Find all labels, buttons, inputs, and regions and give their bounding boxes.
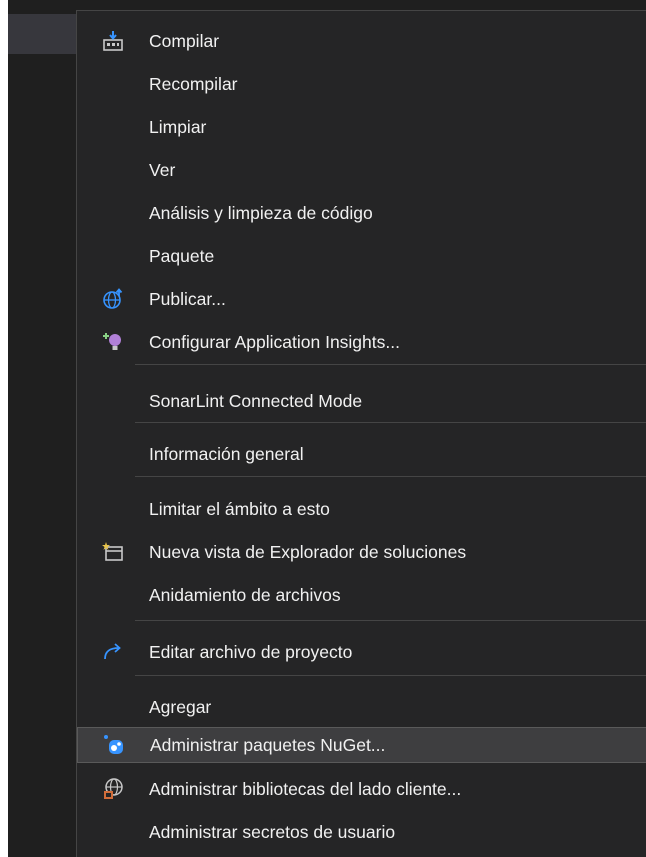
menu-item-label: Análisis y limpieza de código (149, 202, 373, 223)
globe-publish-icon (77, 281, 149, 317)
menu-item-label: Administrar paquetes NuGet... (150, 734, 386, 755)
menu-separator (135, 422, 646, 423)
window-edge (0, 0, 8, 857)
new-window-icon (77, 534, 149, 570)
context-menu: Compilar Recompilar Limpiar Ver Análisis… (76, 10, 646, 857)
menu-item-label: Administrar bibliotecas del lado cliente… (149, 778, 462, 799)
menu-separator (135, 675, 646, 676)
menu-item-label: Configurar Application Insights... (149, 331, 400, 352)
menu-item-bibliotecas-cliente[interactable]: Administrar bibliotecas del lado cliente… (77, 771, 646, 807)
menu-item-publicar[interactable]: Publicar... (77, 281, 646, 317)
menu-item-label: Limitar el ámbito a esto (149, 498, 330, 519)
menu-item-ver[interactable]: Ver (77, 152, 646, 188)
menu-item-recompilar[interactable]: Recompilar (77, 66, 646, 102)
menu-item-editar-proyecto[interactable]: Editar archivo de proyecto (77, 634, 646, 670)
menu-item-label: SonarLint Connected Mode (149, 390, 363, 411)
menu-item-informacion-general[interactable]: Información general (77, 436, 646, 472)
menu-item-label: Limpiar (149, 116, 207, 137)
menu-item-label: Agregar (149, 696, 212, 717)
menu-item-limitar-ambito[interactable]: Limitar el ámbito a esto (77, 491, 646, 527)
menu-item-label: Información general (149, 443, 304, 464)
menu-item-paquete[interactable]: Paquete (77, 238, 646, 274)
selected-tree-row[interactable] (8, 14, 76, 54)
menu-item-label: Recompilar (149, 73, 238, 94)
menu-item-label: Publicar... (149, 288, 226, 309)
menu-item-label: Nueva vista de Explorador de soluciones (149, 541, 467, 562)
menu-item-nueva-vista[interactable]: Nueva vista de Explorador de soluciones (77, 534, 646, 570)
menu-item-label: Ver (149, 159, 176, 180)
menu-item-label: Paquete (149, 245, 215, 266)
menu-separator (135, 476, 646, 477)
menu-item-agregar[interactable]: Agregar (77, 689, 646, 725)
menu-item-sonarlint[interactable]: SonarLint Connected Mode (77, 383, 646, 419)
insights-bulb-icon (77, 324, 149, 360)
client-library-icon (77, 771, 149, 807)
menu-item-label: Compilar (149, 30, 220, 51)
nuget-icon (78, 727, 150, 763)
menu-item-secretos-usuario[interactable]: Administrar secretos de usuario (77, 814, 646, 850)
solution-explorer-pane (8, 0, 76, 857)
menu-item-anidamiento[interactable]: Anidamiento de archivos (77, 577, 646, 613)
menu-item-application-insights[interactable]: Configurar Application Insights... (77, 324, 646, 360)
menu-item-label: Anidamiento de archivos (149, 584, 341, 605)
build-icon (77, 23, 149, 59)
menu-item-label: Editar archivo de proyecto (149, 641, 353, 662)
menu-item-compilar[interactable]: Compilar (77, 23, 646, 59)
menu-separator (135, 364, 646, 365)
menu-item-nuget[interactable]: Administrar paquetes NuGet... (77, 727, 646, 763)
menu-item-analisis[interactable]: Análisis y limpieza de código (77, 195, 646, 231)
menu-item-limpiar[interactable]: Limpiar (77, 109, 646, 145)
menu-item-label: Administrar secretos de usuario (149, 821, 396, 842)
edit-arrow-icon (77, 634, 149, 670)
menu-separator (135, 620, 646, 621)
